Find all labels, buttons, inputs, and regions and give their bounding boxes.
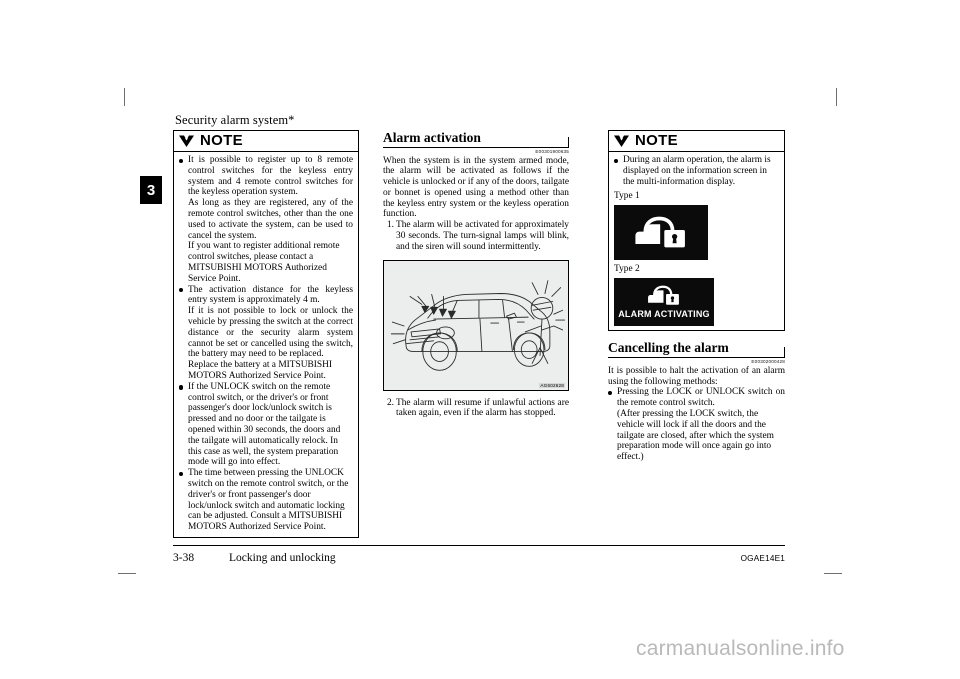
list-item: If the UNLOCK switch on the remote contr… — [179, 382, 353, 468]
bullet-paragraph: (After pressing the LOCK switch, the veh… — [617, 409, 774, 463]
intro-paragraph: When the system is in the system armed m… — [383, 155, 569, 220]
crop-mark-left — [118, 573, 136, 574]
step-number: 2. — [386, 397, 394, 408]
reference-code: E00301900635 — [535, 149, 569, 154]
note-header: NOTE — [174, 131, 358, 152]
bullet-paragraph: If you want to register additional remot… — [188, 241, 340, 284]
bullet-paragraph: It is possible to register up to 8 remot… — [188, 155, 353, 198]
car-open-padlock-icon — [635, 217, 685, 248]
bullet-paragraph: During an alarm operation, the alarm is … — [623, 155, 771, 187]
cancel-bullet-list: Pressing the LOCK or UNLOCK switch on th… — [608, 387, 785, 463]
bullet-paragraph: Pressing the LOCK or UNLOCK switch on th… — [617, 387, 785, 409]
bullet-paragraph: As long as they are registered, any of t… — [188, 198, 353, 241]
footer-document-code: OGAE14E1 — [740, 554, 785, 563]
bullet-dot-icon — [179, 288, 184, 293]
step-number: 1. — [386, 220, 394, 231]
mitsubishi-diamond-icon — [614, 135, 629, 147]
bullet-dot-icon — [179, 471, 184, 476]
note-body: It is possible to register up to 8 remot… — [174, 152, 358, 537]
site-watermark: carmanualsonline.info — [636, 637, 845, 660]
step-list: 1. The alarm will be activated for appro… — [383, 220, 569, 252]
chapter-tab: 3 — [140, 176, 162, 204]
step-text: The alarm will be activated for approxim… — [396, 220, 569, 252]
list-item: It is possible to register up to 8 remot… — [179, 155, 353, 285]
note-bullet-list: It is possible to register up to 8 remot… — [179, 155, 353, 533]
crop-mark-right — [824, 573, 842, 574]
mid-display-caption: ALARM ACTIVATING — [618, 309, 710, 320]
column-right: NOTE During an alarm operation, the alar… — [608, 130, 785, 463]
figure-alarm-activation: AG602628 — [383, 259, 569, 391]
crop-mark-top-left — [124, 88, 125, 106]
bullet-dot-icon — [608, 391, 613, 396]
list-item: During an alarm operation, the alarm is … — [614, 155, 779, 187]
step-text: The alarm will resume if unlawful action… — [396, 397, 569, 419]
bullet-dot-icon — [614, 158, 619, 163]
page-footer: 3-38 Locking and unlocking OGAE14E1 — [173, 552, 785, 564]
note-box-left: NOTE It is possible to register up to 8 … — [173, 130, 359, 538]
bullet-dot-icon — [179, 385, 184, 390]
step-list-continued: 2. The alarm will resume if unlawful act… — [383, 398, 569, 420]
list-item: 1. The alarm will be activated for appro… — [383, 220, 569, 252]
mid-display-type-1 — [614, 205, 708, 261]
bullet-paragraph: If it is not possible to lock or unlock … — [188, 306, 353, 360]
section-heading-alarm-activation: Alarm activation — [383, 130, 569, 148]
note-body: During an alarm operation, the alarm is … — [609, 152, 784, 330]
bullet-paragraph: If the UNLOCK switch on the remote contr… — [188, 381, 341, 468]
note-label: NOTE — [200, 132, 243, 149]
list-item: 2. The alarm will resume if unlawful act… — [383, 398, 569, 420]
crop-mark-top-right — [836, 88, 837, 106]
list-item: Pressing the LOCK or UNLOCK switch on th… — [608, 387, 785, 463]
note-label: NOTE — [635, 132, 678, 149]
figure-code: AG602628 — [539, 382, 565, 388]
bullet-paragraph: The activation distance for the keyless … — [188, 284, 353, 306]
column-left: NOTE It is possible to register up to 8 … — [173, 130, 359, 538]
note-box-right: NOTE During an alarm operation, the alar… — [608, 130, 785, 332]
running-head: Security alarm system* — [175, 113, 295, 127]
footer-page-number: 3-38 — [173, 552, 195, 564]
note-bullet-list: During an alarm operation, the alarm is … — [614, 155, 779, 187]
section-heading-cancelling-the-alarm: Cancelling the alarm — [608, 340, 785, 359]
bullet-paragraph: The time between pressing the UNLOCK swi… — [188, 468, 349, 533]
mid-display-type-2: ALARM ACTIVATING — [614, 278, 714, 327]
mitsubishi-diamond-icon — [179, 135, 194, 147]
manual-page: Security alarm system* 3 NOTE It is poss… — [0, 0, 960, 679]
bullet-dot-icon — [179, 158, 184, 163]
note-header: NOTE — [609, 131, 784, 152]
bullet-paragraph: Replace the battery at a MITSUBISHI MOTO… — [188, 360, 332, 381]
list-item: The activation distance for the keyless … — [179, 285, 353, 382]
column-middle: Alarm activation E00301900635 When the s… — [383, 130, 569, 419]
vehicle-break-in-illustration — [390, 279, 566, 371]
reference-code: E00302000428 — [751, 359, 785, 365]
list-item: The time between pressing the UNLOCK swi… — [179, 468, 353, 533]
footer-divider — [173, 545, 785, 546]
type-2-label: Type 2 — [614, 264, 640, 275]
type-1-label: Type 1 — [614, 191, 640, 202]
car-open-padlock-icon — [648, 285, 679, 306]
intro-paragraph: It is possible to halt the activation of… — [608, 365, 785, 387]
footer-section-title: Locking and unlocking — [229, 552, 336, 564]
